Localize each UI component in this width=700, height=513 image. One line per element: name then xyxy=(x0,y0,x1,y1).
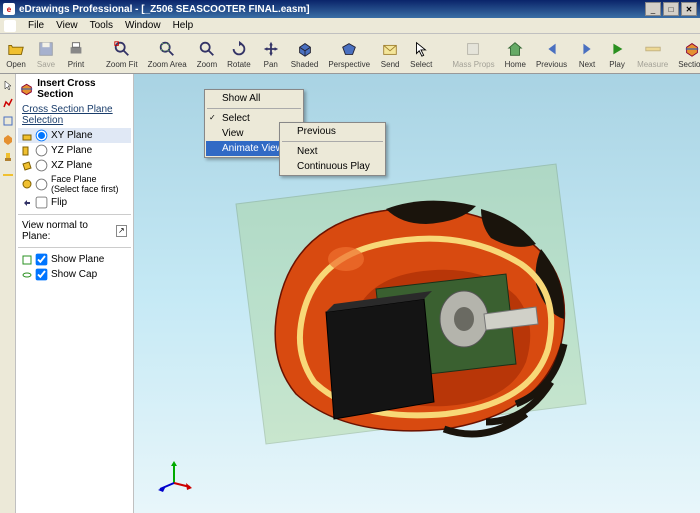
previous-button[interactable]: Previous xyxy=(534,38,569,70)
flip-checkbox[interactable]: Flip xyxy=(18,195,131,210)
xy-icon xyxy=(22,131,32,141)
print-icon xyxy=(66,39,86,59)
showplane-checkbox[interactable]: Show Plane xyxy=(18,252,131,267)
shaded-button[interactable]: Shaded xyxy=(289,38,321,70)
cross-section-panel: Insert Cross Section Cross Section Plane… xyxy=(16,74,134,513)
showplane-check-input[interactable] xyxy=(36,254,48,266)
play-button[interactable]: Play xyxy=(605,38,629,70)
lt-select-icon[interactable] xyxy=(1,78,15,92)
section-panel-icon xyxy=(20,82,33,96)
menu-file[interactable]: File xyxy=(22,20,50,31)
lt-section-icon[interactable] xyxy=(1,132,15,146)
perspective-icon xyxy=(339,39,359,59)
showcap-checkbox[interactable]: Show Cap xyxy=(18,267,131,282)
zoomarea-button[interactable]: Zoom Area xyxy=(146,38,189,70)
viewnormal-row: View normal to Plane: ↗ xyxy=(18,219,131,243)
xy-plane-radio[interactable]: XY Plane xyxy=(18,128,131,143)
face-plane-radio[interactable]: Face Plane (Select face first) xyxy=(18,173,131,195)
section-button[interactable]: Section xyxy=(676,38,700,70)
3d-model xyxy=(206,144,606,464)
ctx-showall[interactable]: Show All xyxy=(206,91,302,106)
yz-icon xyxy=(22,146,32,156)
panel-title: Insert Cross Section xyxy=(37,78,129,100)
zoom-icon xyxy=(197,39,217,59)
zoom-button[interactable]: Zoom xyxy=(195,38,219,70)
send-icon xyxy=(380,39,400,59)
home-button[interactable]: Home xyxy=(503,38,528,70)
showcap-icon xyxy=(22,270,32,280)
massprops-button[interactable]: Mass Props xyxy=(450,38,496,70)
lt-stamp-icon[interactable] xyxy=(1,150,15,164)
zoomfit-icon xyxy=(112,39,132,59)
zoomfit-button[interactable]: Zoom Fit xyxy=(104,38,140,70)
menu-window[interactable]: Window xyxy=(119,20,167,31)
select-button[interactable]: Select xyxy=(408,38,434,70)
3d-viewport[interactable]: Show All ✓Select View▸ Animate Views▸ Pr… xyxy=(134,74,700,513)
next-icon xyxy=(577,39,597,59)
print-button[interactable]: Print xyxy=(64,38,88,70)
xy-radio-input[interactable] xyxy=(36,130,48,142)
menu-tools[interactable]: Tools xyxy=(84,20,119,31)
rotate-button[interactable]: Rotate xyxy=(225,38,253,70)
ctx-next[interactable]: Next xyxy=(281,144,384,159)
axis-triad xyxy=(154,453,194,493)
main-toolbar: Open Save Print Zoom Fit Zoom Area Zoom … xyxy=(0,34,700,74)
left-toolbar xyxy=(0,74,16,513)
flip-check-input[interactable] xyxy=(36,197,48,209)
ctx-previous[interactable]: Previous xyxy=(281,124,384,139)
yz-radio-input[interactable] xyxy=(36,145,48,157)
close-button[interactable]: ✕ xyxy=(681,2,697,16)
viewnormal-button[interactable]: ↗ xyxy=(116,225,127,237)
flip-icon xyxy=(22,198,32,208)
title-bar: e eDrawings Professional - [_Z506 SEASCO… xyxy=(0,0,700,18)
measure-icon xyxy=(643,39,663,59)
play-icon xyxy=(607,39,627,59)
showcap-check-input[interactable] xyxy=(36,269,48,281)
perspective-button[interactable]: Perspective xyxy=(326,38,372,70)
yz-plane-radio[interactable]: YZ Plane xyxy=(18,143,131,158)
window-title: eDrawings Professional - [_Z506 SEASCOOT… xyxy=(19,4,645,15)
send-button[interactable]: Send xyxy=(378,38,402,70)
xz-plane-radio[interactable]: XZ Plane xyxy=(18,158,131,173)
open-button[interactable]: Open xyxy=(4,38,28,70)
lt-move-icon[interactable] xyxy=(1,114,15,128)
measure-button[interactable]: Measure xyxy=(635,38,670,70)
previous-icon xyxy=(542,39,562,59)
home-icon xyxy=(505,39,525,59)
menu-bar: File View Tools Window Help xyxy=(0,18,700,34)
select-icon xyxy=(411,39,431,59)
ctx-continuous[interactable]: Continuous Play xyxy=(281,159,384,174)
shaded-icon xyxy=(295,39,315,59)
xz-icon xyxy=(22,161,32,171)
xz-radio-input[interactable] xyxy=(36,160,48,172)
doc-icon xyxy=(4,20,16,32)
maximize-button[interactable]: □ xyxy=(663,2,679,16)
section-icon xyxy=(682,39,700,59)
pan-button[interactable]: Pan xyxy=(259,38,283,70)
face-icon xyxy=(22,179,32,189)
next-button[interactable]: Next xyxy=(575,38,599,70)
open-icon xyxy=(6,39,26,59)
rotate-icon xyxy=(229,39,249,59)
context-menu-sub: Previous Next Continuous Play xyxy=(279,122,386,176)
massprops-icon xyxy=(463,39,483,59)
app-icon: e xyxy=(3,3,15,15)
face-radio-input[interactable] xyxy=(36,178,48,190)
save-icon xyxy=(36,39,56,59)
lt-measure-icon[interactable] xyxy=(1,168,15,182)
panel-header: Insert Cross Section xyxy=(18,76,131,102)
zoomarea-icon xyxy=(157,39,177,59)
lt-markup-icon[interactable] xyxy=(1,96,15,110)
minimize-button[interactable]: _ xyxy=(645,2,661,16)
group-title: Cross Section Plane Selection xyxy=(18,102,131,128)
pan-icon xyxy=(261,39,281,59)
menu-help[interactable]: Help xyxy=(167,20,200,31)
save-button[interactable]: Save xyxy=(34,38,58,70)
menu-view[interactable]: View xyxy=(50,20,84,31)
showplane-icon xyxy=(22,255,32,265)
